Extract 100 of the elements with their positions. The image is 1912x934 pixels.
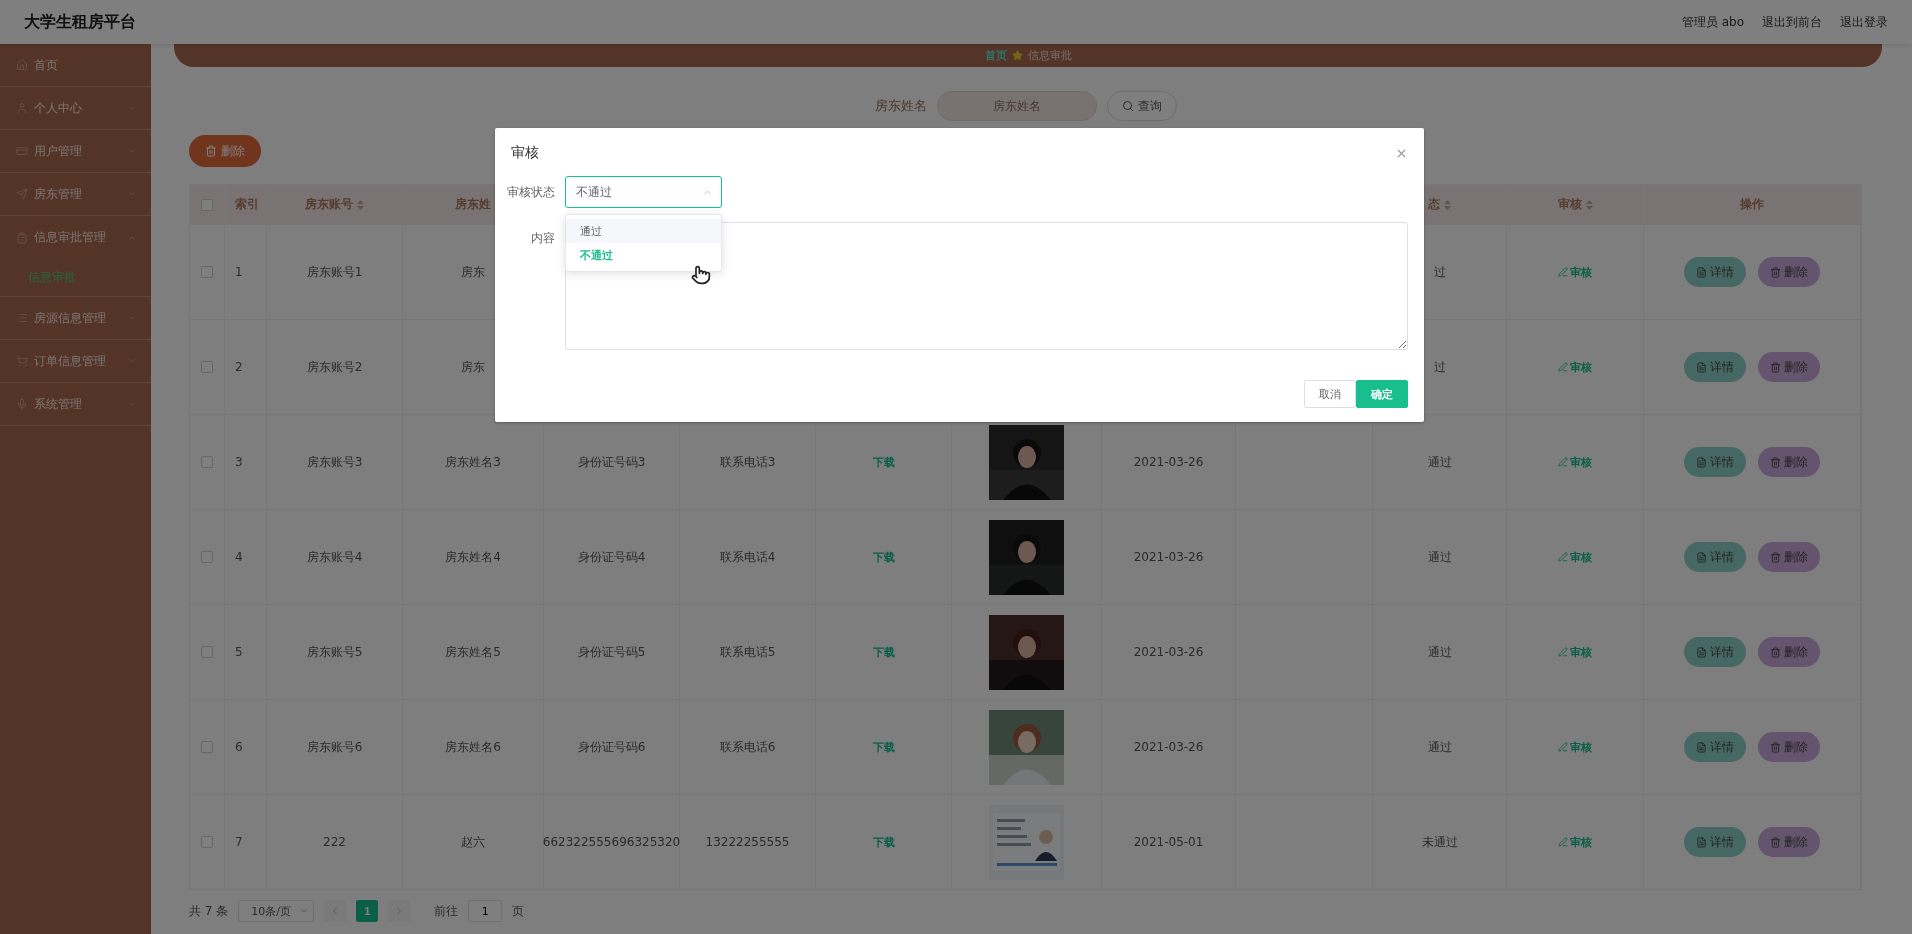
table-cell: 房东账号6: [306, 738, 363, 756]
table-cell: 2021-03-26: [1133, 455, 1204, 469]
review-link[interactable]: 审核: [1558, 359, 1592, 375]
table-cell: 过: [1433, 263, 1446, 281]
trash-icon: [1770, 361, 1781, 373]
delete-button[interactable]: 删除: [1758, 732, 1820, 762]
details-button[interactable]: 详情: [1684, 447, 1746, 477]
details-button[interactable]: 详情: [1684, 542, 1746, 572]
sidebar-item[interactable]: 房东管理: [0, 173, 151, 216]
review-link[interactable]: 审核: [1558, 739, 1592, 755]
delete-button[interactable]: 删除: [189, 135, 261, 167]
sidebar-item[interactable]: 用户管理: [0, 130, 151, 173]
download-link[interactable]: 下载: [872, 644, 895, 660]
dropdown-option[interactable]: 通过: [566, 219, 721, 243]
table-cell: 身份证号码3: [577, 453, 646, 471]
confirm-button[interactable]: 确定: [1356, 380, 1408, 408]
sidebar-item[interactable]: 个人中心: [0, 87, 151, 130]
search-icon: [1121, 100, 1134, 112]
sidebar-item[interactable]: 首页: [0, 44, 151, 87]
table-cell: 房东账号2: [306, 358, 363, 376]
user-icon: [16, 102, 28, 114]
details-button[interactable]: 详情: [1684, 257, 1746, 287]
document-icon: [1696, 741, 1707, 753]
table-cell: 2021-03-26: [1133, 550, 1204, 564]
field-label: 内容: [530, 230, 555, 247]
search-field[interactable]: 房东姓名: [936, 91, 1097, 121]
download-link[interactable]: 下载: [872, 454, 895, 470]
review-link[interactable]: 审核: [1558, 834, 1592, 850]
download-link[interactable]: 下载: [872, 834, 895, 850]
delete-button[interactable]: 删除: [1758, 542, 1820, 572]
review-link[interactable]: 审核: [1558, 549, 1592, 565]
page-size-select[interactable]: 10条/页: [238, 900, 315, 922]
checkbox[interactable]: [201, 741, 213, 753]
pencil-icon: [1558, 267, 1568, 277]
pencil-icon: [1558, 647, 1568, 657]
checkbox[interactable]: [201, 456, 213, 468]
table-cell: 通过: [1427, 738, 1452, 756]
delete-button[interactable]: 删除: [1758, 447, 1820, 477]
pencil-icon: [1558, 552, 1568, 562]
table-cell: 房东账号1: [306, 263, 363, 281]
sort-icon[interactable]: [357, 199, 364, 210]
page-button[interactable]: 1: [356, 900, 379, 922]
details-button[interactable]: 详情: [1684, 732, 1746, 762]
table-cell: 身份证号码4: [577, 548, 646, 566]
review-link[interactable]: 审核: [1558, 264, 1592, 280]
table-cell: 2021-03-26: [1133, 645, 1204, 659]
table-cell: 2: [235, 360, 243, 374]
table-cell: 2021-05-01: [1133, 835, 1204, 849]
status-select[interactable]: 不通过: [565, 176, 722, 208]
column-header: 索引: [235, 196, 259, 213]
table-cell: 未通过: [1421, 833, 1458, 851]
delete-button[interactable]: 删除: [1758, 637, 1820, 667]
table-cell: 联系电话6: [719, 738, 776, 756]
sidebar-item[interactable]: 系统管理: [0, 383, 151, 426]
sidebar-item[interactable]: 信息审批管理: [0, 216, 151, 259]
sidebar-item[interactable]: 房源信息管理: [0, 297, 151, 340]
sidebar-item[interactable]: 订单信息管理: [0, 340, 151, 383]
clipboard-icon: [16, 231, 28, 244]
pencil-icon: [1558, 742, 1568, 752]
download-link[interactable]: 下载: [872, 739, 895, 755]
checkbox[interactable]: [201, 551, 213, 563]
goto-label: 前往: [434, 902, 459, 920]
breadcrumb-item[interactable]: 首页: [984, 48, 1007, 63]
delete-button[interactable]: 删除: [1758, 827, 1820, 857]
document-icon: [1696, 551, 1707, 563]
checkbox[interactable]: [201, 198, 213, 211]
table-cell: 身份证号码5: [577, 643, 646, 661]
user-label: 管理员 abo: [1681, 13, 1744, 31]
trash-icon: [1770, 266, 1781, 278]
sort-icon[interactable]: [1585, 199, 1593, 210]
table-cell: 过: [1433, 358, 1446, 376]
column-header: 态: [1428, 196, 1440, 213]
header-link[interactable]: 退出到前台: [1762, 13, 1822, 31]
trash-icon: [1770, 551, 1781, 563]
download-link[interactable]: 下载: [872, 549, 895, 565]
goto-page-field[interactable]: 1: [468, 900, 503, 922]
table-cell: 房东姓名3: [445, 453, 501, 471]
checkbox[interactable]: [201, 266, 213, 278]
microphone-icon: [16, 398, 28, 410]
checkbox[interactable]: [201, 361, 213, 373]
details-button[interactable]: 详情: [1684, 637, 1746, 667]
checkbox[interactable]: [201, 836, 213, 848]
delete-button[interactable]: 删除: [1758, 257, 1820, 287]
sort-icon[interactable]: [1444, 199, 1451, 210]
table-cell: 通过: [1427, 548, 1452, 566]
review-link[interactable]: 审核: [1558, 454, 1592, 470]
delete-button[interactable]: 删除: [1758, 352, 1820, 382]
table-cell: 3: [235, 455, 243, 469]
review-link[interactable]: 审核: [1558, 644, 1592, 660]
search-button[interactable]: 查询: [1106, 91, 1177, 121]
cancel-button[interactable]: 取消: [1304, 380, 1356, 408]
checkbox[interactable]: [201, 646, 213, 658]
details-button[interactable]: 详情: [1684, 352, 1746, 382]
dropdown-option[interactable]: 不通过: [566, 243, 721, 267]
table-cell: 662322555696325320: [542, 835, 681, 849]
trash-icon: [1770, 646, 1781, 658]
table-cell: 房东姓名5: [445, 643, 501, 661]
header-link[interactable]: 退出登录: [1840, 13, 1888, 31]
details-button[interactable]: 详情: [1684, 827, 1746, 857]
column-header: 房东姓: [455, 196, 491, 213]
